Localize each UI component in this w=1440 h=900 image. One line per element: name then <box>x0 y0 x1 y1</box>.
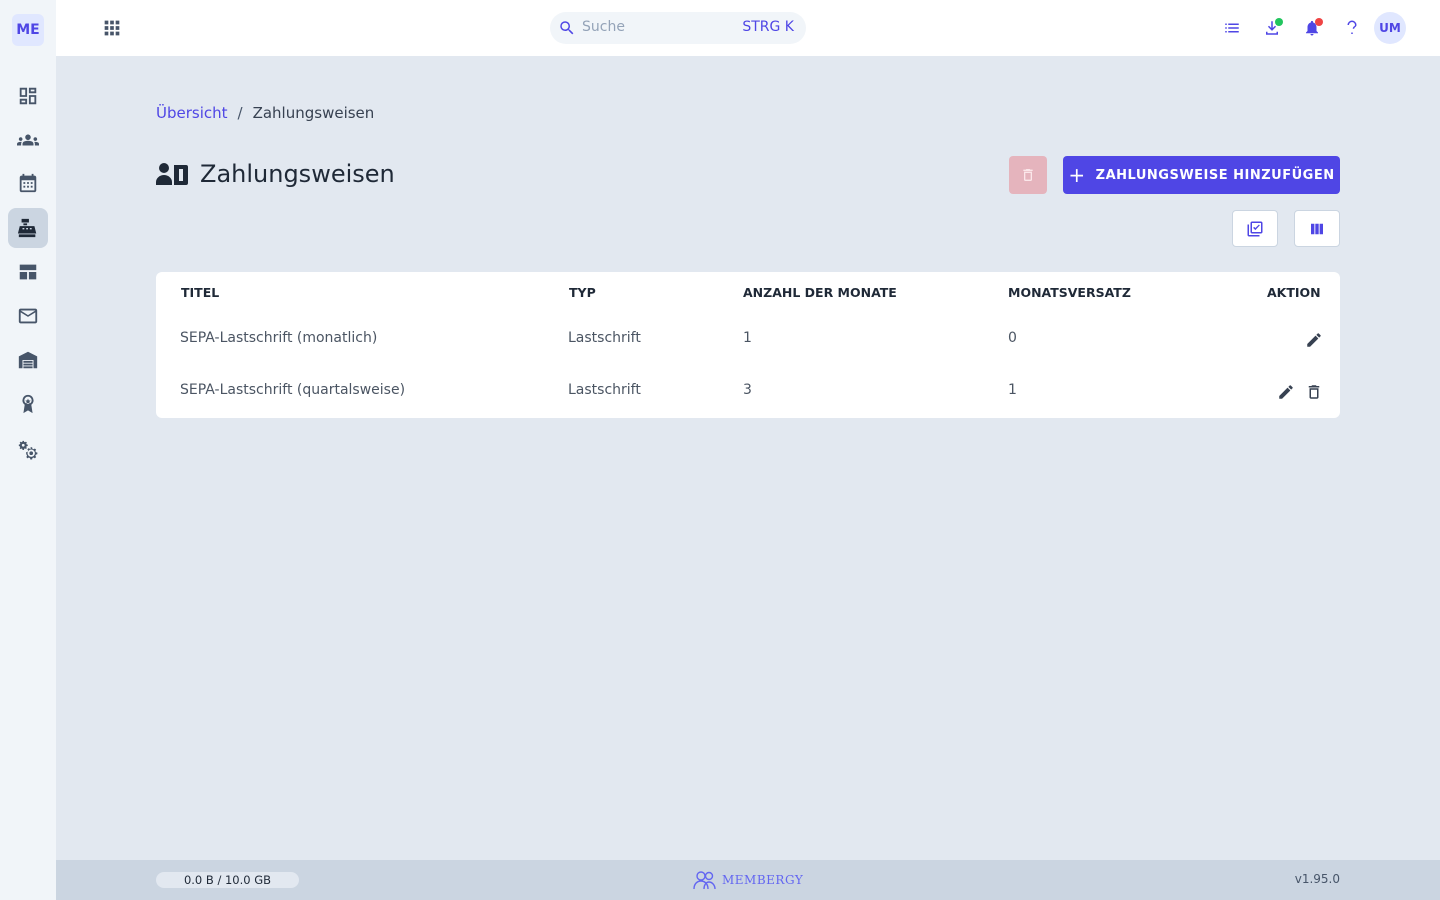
trash-icon <box>1023 169 1033 181</box>
calendar-icon <box>19 173 37 193</box>
download-status-dot <box>1275 18 1283 26</box>
table-view-icon <box>19 264 37 280</box>
view-columns-icon <box>1311 223 1323 234</box>
badge-icon <box>22 394 34 414</box>
user-avatar[interactable]: UM <box>1374 12 1406 44</box>
cell-title: SEPA-Lastschrift (monatlich) <box>180 330 378 346</box>
pencil-icon <box>1307 333 1321 347</box>
search-shortcut-hint: STRG K <box>742 19 794 35</box>
add-button-label: ZAHLUNGSWEISE HINZUFÜGEN <box>1095 167 1335 183</box>
cell-type: Lastschrift <box>568 382 641 398</box>
delete-selected-button[interactable] <box>1009 156 1047 194</box>
cell-offset: 1 <box>1008 382 1017 398</box>
column-header-type[interactable]: TYP <box>569 285 596 300</box>
cell-months: 1 <box>743 330 752 346</box>
dashboard-icon <box>19 87 37 105</box>
apps-menu-button[interactable] <box>100 16 124 40</box>
checklist-icon <box>1247 221 1263 236</box>
brand-logo: MEMBERGY <box>692 870 803 890</box>
breadcrumb-current: Zahlungsweisen <box>252 104 375 122</box>
group-icon <box>17 134 39 146</box>
sidebar-item-settings[interactable] <box>8 430 48 470</box>
payment-methods-table: TITEL TYP ANZAHL DER MONATE MONATSVERSAT… <box>156 272 1340 418</box>
plus-icon: + <box>1068 163 1086 187</box>
downloads-button[interactable] <box>1260 16 1284 40</box>
top-header: Suche STRG K UM <box>56 0 1440 56</box>
edit-button[interactable] <box>1276 382 1296 402</box>
column-header-months[interactable]: ANZAHL DER MONATE <box>743 285 897 300</box>
breadcrumb-separator: / <box>237 104 243 122</box>
footer: 0.0 B / 10.0 GB MEMBERGY v1.95.0 <box>56 860 1440 900</box>
app-version: v1.95.0 <box>1294 872 1340 886</box>
notifications-button[interactable] <box>1300 16 1324 40</box>
pencil-icon <box>1279 385 1293 399</box>
mail-icon <box>18 308 38 324</box>
sidebar-item-tables[interactable] <box>8 252 48 292</box>
storage-usage: 0.0 B / 10.0 GB <box>156 872 299 888</box>
sidebar-item-awards[interactable] <box>8 384 48 424</box>
select-rows-button[interactable] <box>1232 210 1278 247</box>
search-icon <box>558 19 576 37</box>
add-payment-method-button[interactable]: + ZAHLUNGSWEISE HINZUFÜGEN <box>1063 156 1340 194</box>
sidebar-item-warehouse[interactable] <box>8 340 48 380</box>
breadcrumb: Übersicht / Zahlungsweisen <box>156 104 374 122</box>
page-header: Zahlungsweisen <box>156 160 395 188</box>
column-header-action: AKTION <box>1267 285 1321 300</box>
warehouse-icon <box>18 351 38 369</box>
apps-grid-icon <box>104 20 120 36</box>
payment-method-icon <box>156 163 188 185</box>
trash-icon <box>1308 385 1320 399</box>
breadcrumb-home-link[interactable]: Übersicht <box>156 104 228 122</box>
page-title: Zahlungsweisen <box>200 160 395 188</box>
sidebar-item-mail[interactable] <box>8 296 48 336</box>
cell-months: 3 <box>743 382 752 398</box>
column-header-offset[interactable]: MONATSVERSATZ <box>1008 285 1131 300</box>
cash-register-icon <box>17 218 37 238</box>
sidebar-item-calendar[interactable] <box>8 163 48 203</box>
help-button[interactable] <box>1340 16 1364 40</box>
sidebar-item-dashboard[interactable] <box>8 76 48 116</box>
cell-offset: 0 <box>1008 330 1017 346</box>
task-list-button[interactable] <box>1220 16 1244 40</box>
cell-type: Lastschrift <box>568 330 641 346</box>
cell-title: SEPA-Lastschrift (quartalsweise) <box>180 382 406 398</box>
columns-button[interactable] <box>1294 210 1340 247</box>
delete-button[interactable] <box>1304 382 1324 402</box>
sidebar-item-cash-register[interactable] <box>8 208 48 248</box>
sidebar: ME <box>0 0 56 900</box>
search-bar[interactable]: Suche STRG K <box>550 12 806 44</box>
app-logo[interactable]: ME <box>12 14 44 46</box>
notification-dot <box>1315 18 1323 26</box>
column-header-title[interactable]: TITEL <box>181 285 219 300</box>
list-icon <box>1225 23 1239 33</box>
brand-name: MEMBERGY <box>722 873 804 887</box>
membergy-logo-icon <box>693 871 716 890</box>
settings-icon <box>18 440 38 460</box>
search-placeholder[interactable]: Suche <box>582 19 625 35</box>
sidebar-item-members[interactable] <box>8 120 48 160</box>
help-icon <box>1347 20 1357 34</box>
edit-button[interactable] <box>1304 330 1324 350</box>
